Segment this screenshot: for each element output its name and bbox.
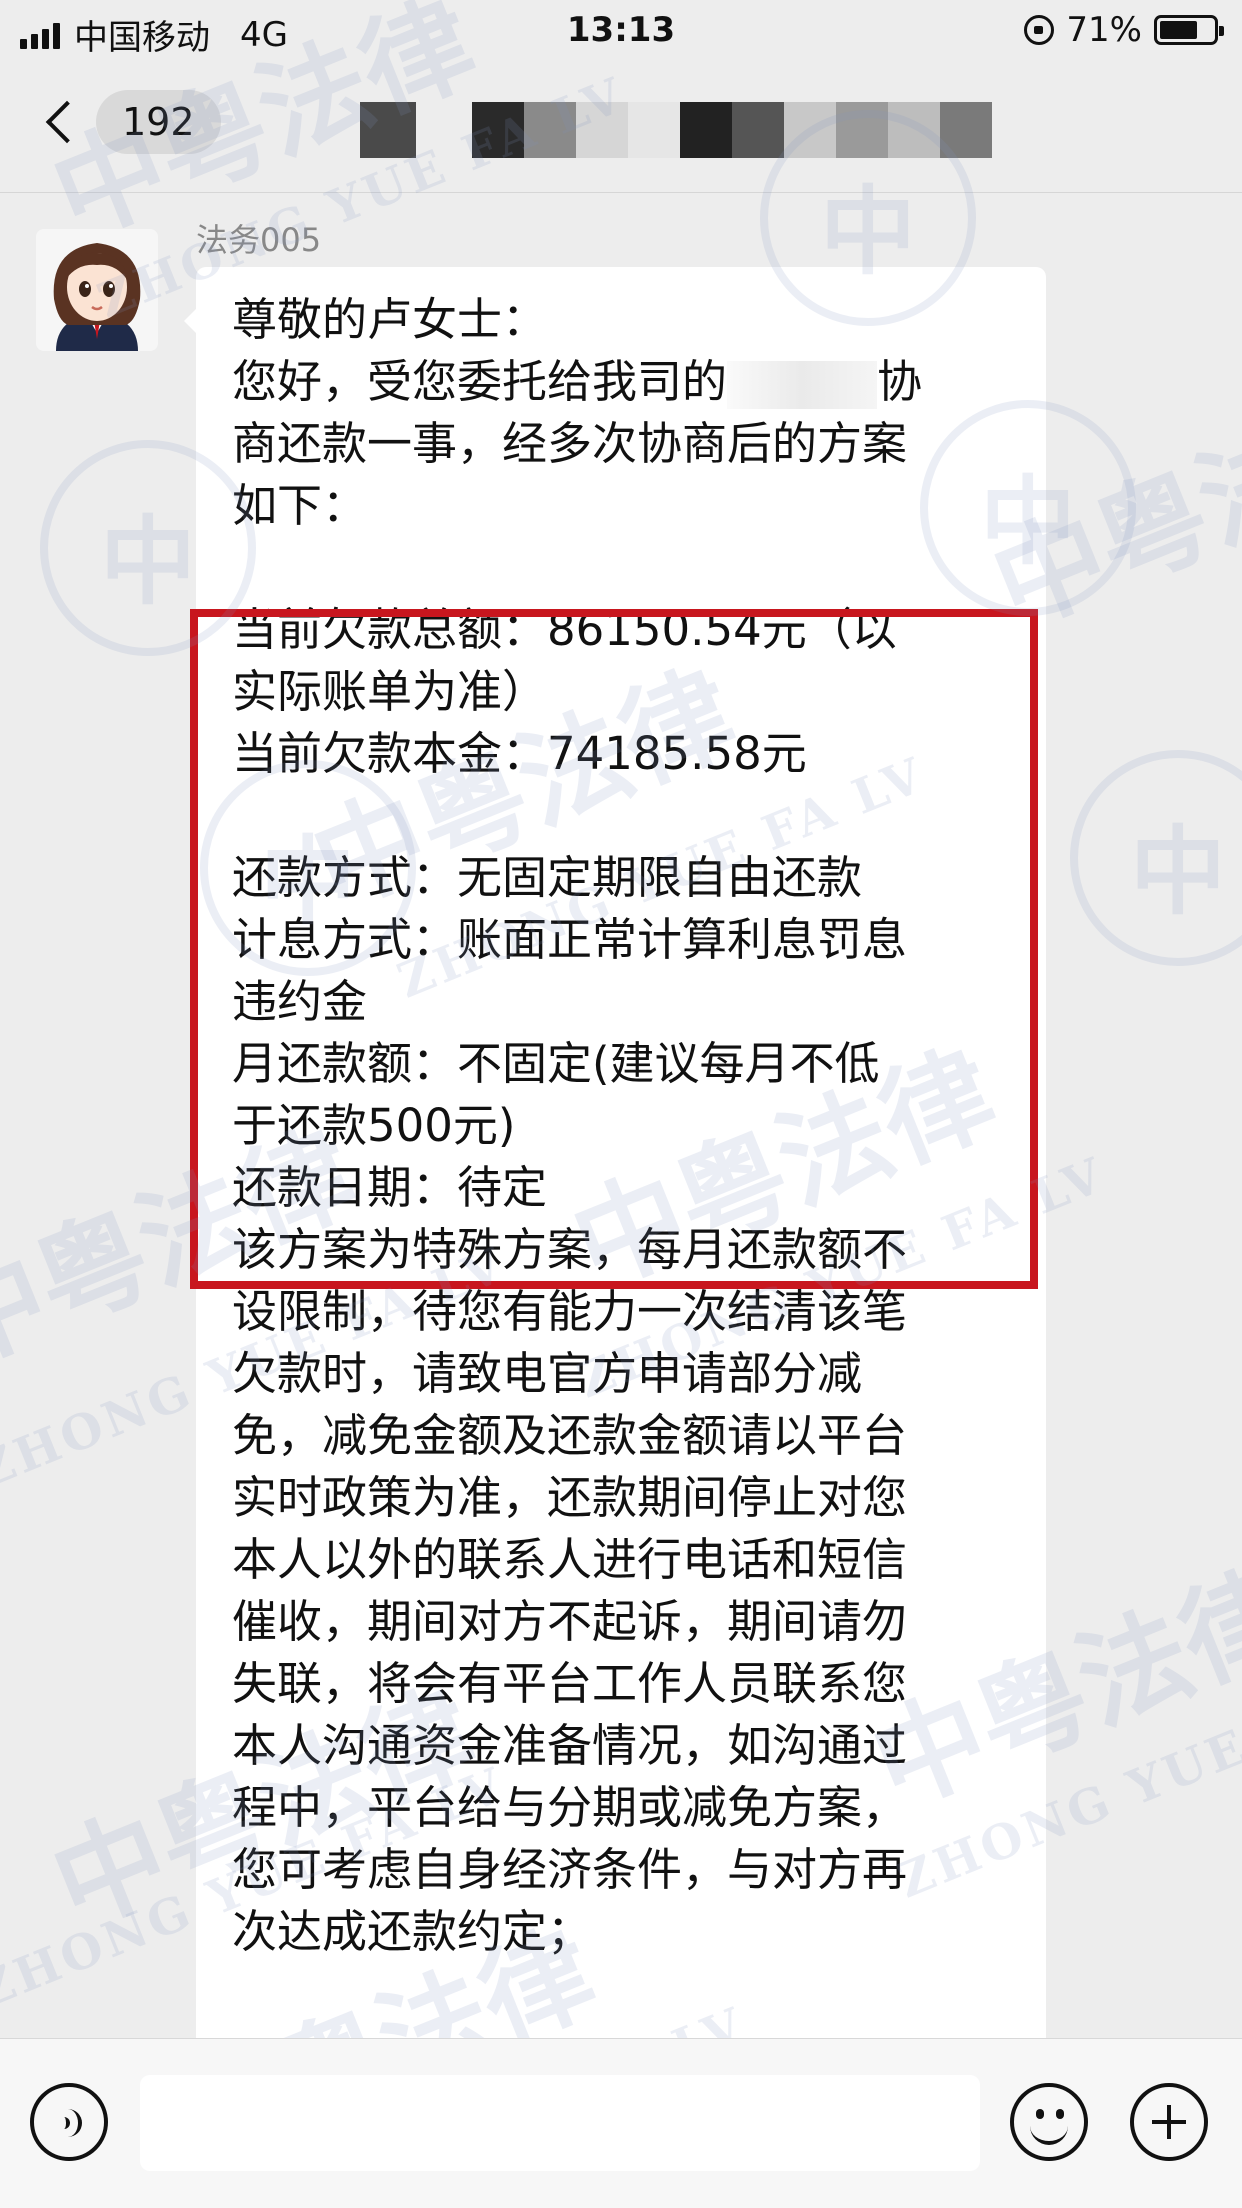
voice-wave-small-icon [56,2117,70,2129]
emoji-mouth [1030,2121,1068,2145]
message-input[interactable] [140,2075,980,2171]
unread-count-badge: 192 [96,90,221,154]
chat-area[interactable]: 法务005 尊敬的卢女士： 您好，受您委托给我司的 协 商还款一事，经多次协商后的… [0,193,1242,2038]
battery-percent: 71% [1066,10,1142,50]
message-line: 欠款时，请致电官方申请部分减 [232,1347,863,1400]
emoji-eye-right [1056,2109,1064,2119]
rotation-lock-icon [1024,15,1055,45]
chat-screen: 中国移动 4G 13:13 71% 192 法务005 尊敬的卢女士： 您好，受… [0,0,1242,2208]
chevron-left-icon [45,100,89,144]
back-button[interactable]: 192 [40,90,221,154]
message-line: 失联，将会有平台工作人员联系您 [232,1657,908,1710]
message-line: 商还款一事，经多次协商后的方案 [232,417,908,470]
message-bubble[interactable]: 尊敬的卢女士： 您好，受您委托给我司的 协 商还款一事，经多次协商后的方案 如下：… [184,267,1046,2038]
nav-bar: 192 [0,62,1242,193]
sender-avatar[interactable] [36,229,158,351]
red-highlight-box [190,609,1038,1289]
message-line: 协 [877,355,923,408]
message-line: 本人沟通资金准备情况，如沟通过 [232,1719,908,1772]
sender-name: 法务005 [196,221,322,259]
emoji-eye-left [1036,2109,1044,2119]
status-right: 71% [1024,10,1224,50]
status-bar: 中国移动 4G 13:13 71% [0,0,1242,62]
message-line: 实时政策为准，还款期间停止对您 [232,1471,908,1524]
message-line-with-redaction: 您好，受您委托给我司的 协 [232,351,1022,413]
redacted-text [727,361,878,409]
message-line: 次达成还款约定； [232,1905,593,1958]
message-line: 尊敬的卢女士： [232,293,548,346]
message-line: 如下： [232,479,368,532]
voice-input-button[interactable] [30,2083,108,2161]
emoji-button[interactable] [1010,2083,1088,2161]
more-actions-button[interactable] [1130,2083,1208,2161]
battery-level [1160,21,1197,39]
avatar-illustration [36,229,158,351]
message-line: 本人以外的联系人进行电话和短信 [232,1533,908,1586]
battery-icon [1154,15,1224,45]
message-line: 设限制，待您有能力一次结清该笔 [232,1285,908,1338]
bubble-tail [184,307,198,335]
chat-title-redacted [360,102,992,158]
message-line: 免，减免金额及还款金额请以平台 [232,1409,908,1462]
message-line: 程中，平台给与分期或减免方案， [232,1781,908,1834]
input-bar [0,2038,1242,2208]
message-line: 您可考虑自身经济条件，与对方再 [232,1843,908,1896]
message-line: 催收，期间对方不起诉，期间请勿 [232,1595,908,1648]
message-line: 您好，受您委托给我司的 [232,355,728,408]
